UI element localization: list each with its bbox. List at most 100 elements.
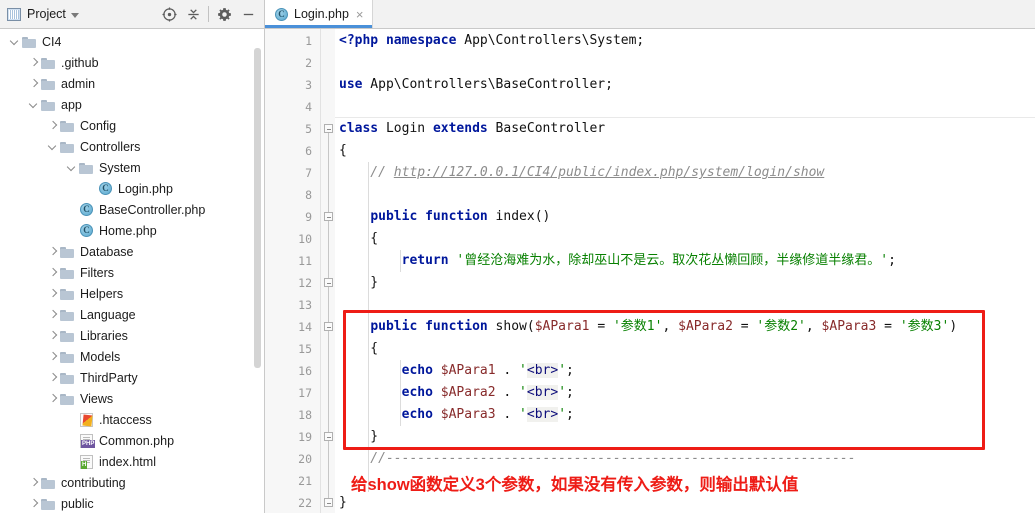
sidebar-scrollbar[interactable] bbox=[254, 48, 261, 368]
tree-item-public[interactable]: public bbox=[0, 493, 264, 513]
indent-guide bbox=[400, 250, 401, 272]
code-line: echo $APara3 . '<br>'; bbox=[337, 404, 574, 426]
tree-item-github[interactable]: .github bbox=[0, 52, 264, 73]
line-number: 6 bbox=[305, 144, 312, 158]
code-token: ; bbox=[888, 253, 896, 268]
tree-item-config[interactable]: Config bbox=[0, 115, 264, 136]
fold-toggle-line-9[interactable] bbox=[324, 212, 333, 221]
tree-item-controllers[interactable]: Controllers bbox=[0, 136, 264, 157]
ide-window: Project CI4 .github admin app Config Con… bbox=[0, 0, 1035, 513]
folder-icon bbox=[60, 267, 75, 279]
tree-item-label: Common.php bbox=[99, 433, 175, 448]
tab-login-php[interactable]: C Login.php × bbox=[265, 0, 373, 28]
htaccess-file-icon bbox=[79, 412, 94, 427]
gear-icon[interactable] bbox=[212, 2, 236, 26]
tree-item-label: .htaccess bbox=[99, 412, 152, 427]
chevron-right-icon[interactable] bbox=[46, 287, 59, 300]
tree-item-views[interactable]: Views bbox=[0, 388, 264, 409]
code-token: { bbox=[339, 341, 379, 356]
line-number: 3 bbox=[305, 78, 312, 92]
chevron-right-icon[interactable] bbox=[27, 476, 40, 489]
tree-item-basecontroller-php[interactable]: C BaseController.php bbox=[0, 199, 264, 220]
chevron-right-icon[interactable] bbox=[27, 56, 40, 69]
minimize-icon[interactable] bbox=[236, 2, 260, 26]
line-number: 17 bbox=[298, 386, 312, 400]
project-tree[interactable]: CI4 .github admin app Config Controllers Syste… bbox=[0, 29, 264, 513]
tree-item-label: BaseController.php bbox=[99, 202, 206, 217]
fold-toggle-line-22[interactable] bbox=[324, 498, 333, 507]
code-editor[interactable]: 1234567891011121314151617181920212223 <?… bbox=[265, 29, 1035, 513]
tree-item-common-php[interactable]: PHP Common.php bbox=[0, 430, 264, 451]
chevron-right-icon[interactable] bbox=[46, 245, 59, 258]
tree-item-home-php[interactable]: C Home.php bbox=[0, 220, 264, 241]
code-line: //--------------------------------------… bbox=[337, 448, 855, 470]
line-number: 2 bbox=[305, 56, 312, 70]
project-icon bbox=[7, 7, 21, 21]
fold-toggle-line-12[interactable] bbox=[324, 278, 333, 287]
code-token: function bbox=[425, 209, 488, 224]
chevron-down-icon[interactable] bbox=[8, 35, 21, 48]
tree-item-ci4[interactable]: CI4 bbox=[0, 31, 264, 52]
fold-region-line bbox=[328, 331, 329, 432]
chevron-right-icon[interactable] bbox=[27, 497, 40, 510]
fold-toggle-line-14[interactable] bbox=[324, 322, 333, 331]
tree-item-system[interactable]: System bbox=[0, 157, 264, 178]
chevron-right-icon[interactable] bbox=[46, 371, 59, 384]
code-token: = bbox=[876, 319, 900, 334]
annotation-text: 给show函数定义3个参数，如果没有传入参数，则输出默认值 bbox=[351, 476, 799, 494]
chevron-down-icon[interactable] bbox=[70, 12, 79, 18]
tree-item-language[interactable]: Language bbox=[0, 304, 264, 325]
code-line: } bbox=[337, 492, 347, 513]
tree-item-thirdparty[interactable]: ThirdParty bbox=[0, 367, 264, 388]
tree-item-database[interactable]: Database bbox=[0, 241, 264, 262]
chevron-right-icon[interactable] bbox=[46, 329, 59, 342]
chevron-down-icon[interactable] bbox=[46, 140, 59, 153]
folder-icon bbox=[22, 36, 37, 48]
locate-icon[interactable] bbox=[157, 2, 181, 26]
code-token: ' bbox=[519, 385, 527, 400]
tree-item-login-php[interactable]: C Login.php bbox=[0, 178, 264, 199]
chevron-right-icon[interactable] bbox=[46, 392, 59, 405]
tree-item-label: Home.php bbox=[99, 223, 157, 238]
tree-item-admin[interactable]: admin bbox=[0, 73, 264, 94]
tree-item-helpers[interactable]: Helpers bbox=[0, 283, 264, 304]
close-icon[interactable]: × bbox=[355, 8, 365, 21]
folder-icon bbox=[41, 57, 56, 69]
chevron-right-icon[interactable] bbox=[27, 77, 40, 90]
chevron-right-icon[interactable] bbox=[46, 119, 59, 132]
folder-icon bbox=[60, 330, 75, 342]
chevron-down-icon[interactable] bbox=[27, 98, 40, 111]
fold-toggle-line-5[interactable] bbox=[324, 124, 333, 133]
code-content[interactable]: <?php namespace App\Controllers\System; … bbox=[335, 29, 1035, 513]
code-token: <br> bbox=[526, 363, 559, 378]
code-token: namespace bbox=[385, 33, 457, 48]
tree-item-label: Helpers bbox=[80, 286, 124, 301]
code-token: $APara1 bbox=[534, 319, 590, 334]
php-class-glyph: C bbox=[99, 182, 112, 195]
tree-item-models[interactable]: Models bbox=[0, 346, 264, 367]
chevron-right-icon[interactable] bbox=[46, 350, 59, 363]
fold-hairline bbox=[335, 117, 1035, 118]
tree-item-index-html[interactable]: Hindex.html bbox=[0, 451, 264, 472]
chevron-down-icon[interactable] bbox=[65, 161, 78, 174]
tree-item-libraries[interactable]: Libraries bbox=[0, 325, 264, 346]
chevron-right-icon[interactable] bbox=[46, 308, 59, 321]
tree-item-contributing[interactable]: contributing bbox=[0, 472, 264, 493]
tree-item-htaccess[interactable]: .htaccess bbox=[0, 409, 264, 430]
line-number: 22 bbox=[298, 496, 312, 510]
line-number: 1 bbox=[305, 34, 312, 48]
tree-item-filters[interactable]: Filters bbox=[0, 262, 264, 283]
tree-item-app[interactable]: app bbox=[0, 94, 264, 115]
code-token: '参数3' bbox=[899, 319, 950, 334]
line-number: 21 bbox=[298, 474, 312, 488]
chevron-right-icon[interactable] bbox=[46, 266, 59, 279]
collapse-all-icon[interactable] bbox=[181, 2, 205, 26]
fold-toggle-line-19[interactable] bbox=[324, 432, 333, 441]
code-token: ' bbox=[558, 385, 567, 400]
code-line: use App\Controllers\BaseController; bbox=[337, 74, 613, 96]
